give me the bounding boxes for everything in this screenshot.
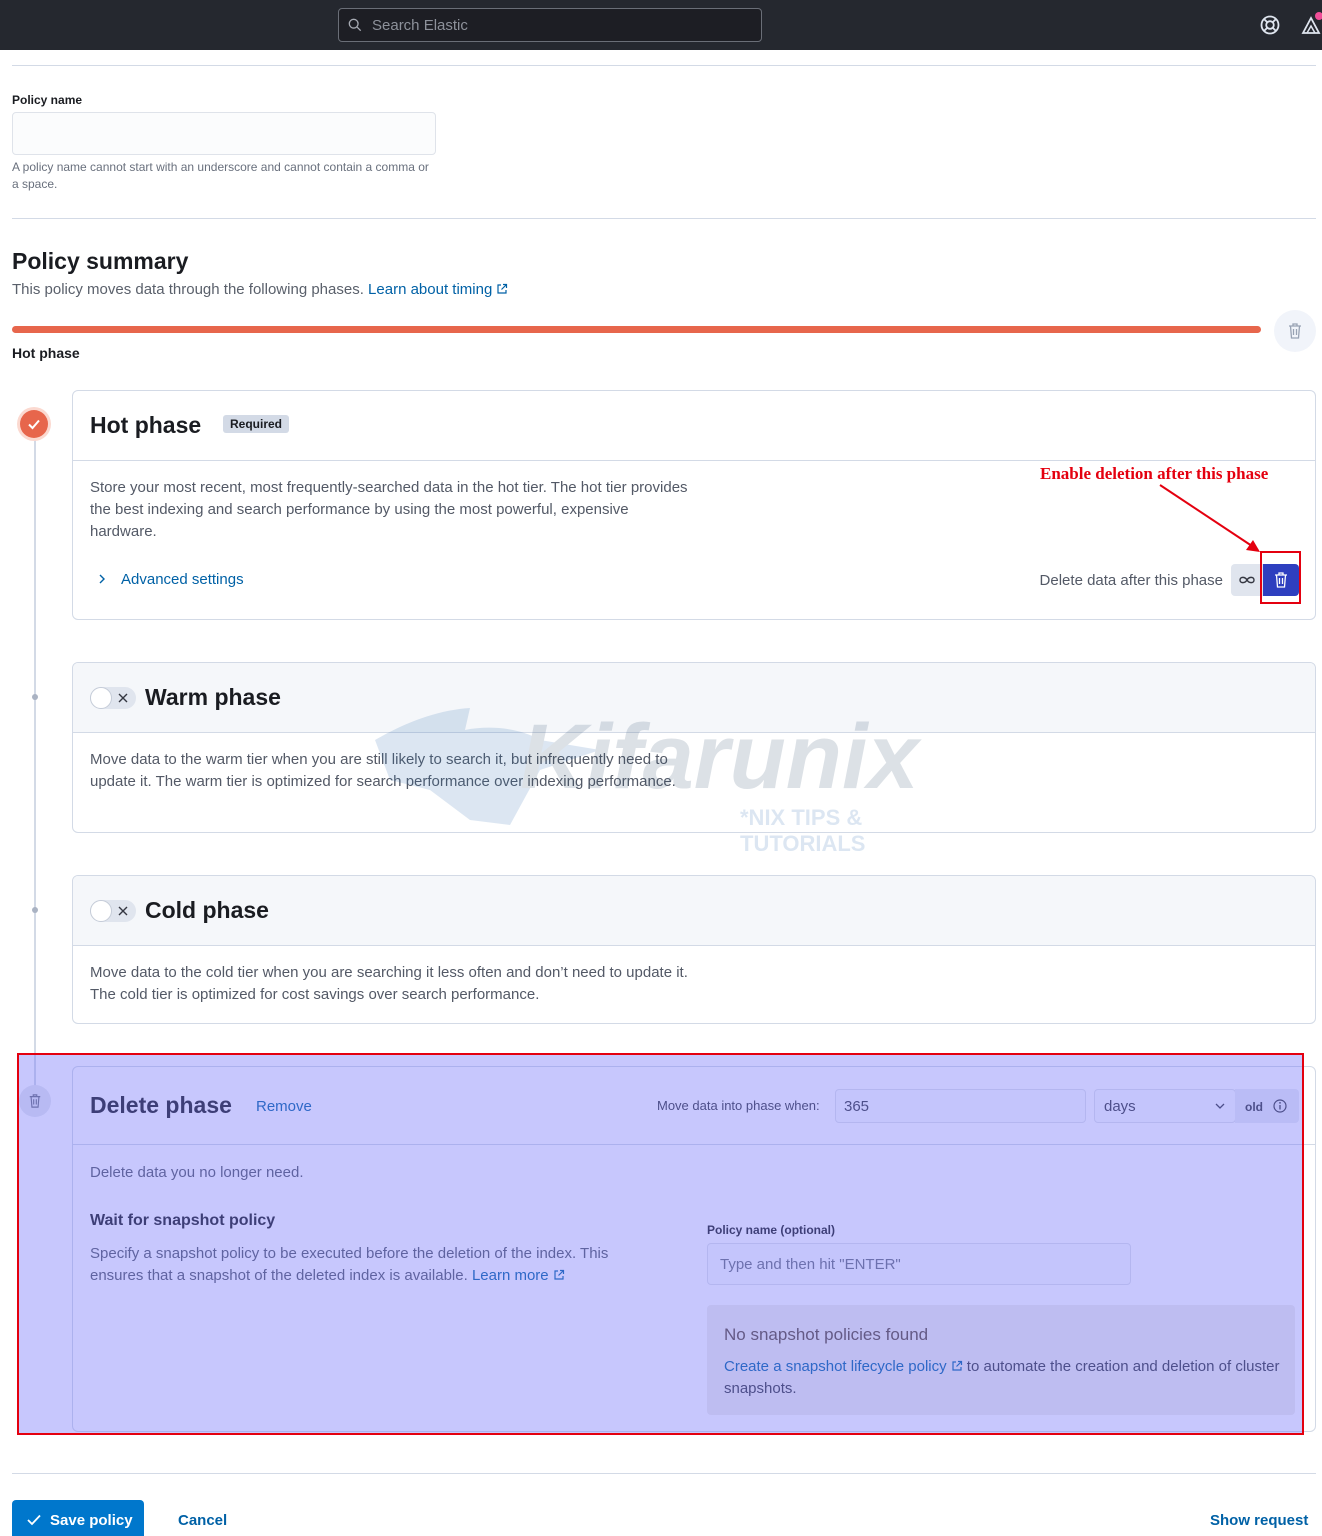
warm-phase-toggle[interactable] (90, 687, 136, 709)
external-link-icon (497, 283, 508, 294)
timeline-line (34, 440, 36, 1100)
learn-about-timing-label: Learn about timing (368, 281, 493, 298)
advanced-settings-toggle[interactable]: Advanced settings (97, 571, 244, 588)
hot-phase-panel: Hot phase Required Store your most recen… (72, 390, 1316, 620)
hot-phase-title: Hot phase (90, 412, 202, 438)
hot-phase-header: Hot phase Required (73, 391, 1315, 461)
policy-name-help: A policy name cannot start with an under… (12, 160, 429, 191)
show-request-button[interactable]: Show request (1210, 1512, 1308, 1529)
cold-phase-toggle[interactable] (90, 900, 136, 922)
toggle-knob (90, 900, 112, 922)
check-icon (28, 419, 40, 430)
learn-about-timing-link[interactable]: Learn about timing (368, 281, 508, 298)
hot-phase-timeline-bar (12, 326, 1261, 333)
policy-summary-subtitle: This policy moves data through the follo… (12, 281, 508, 298)
warm-timeline-dot (32, 694, 38, 700)
cold-timeline-dot (32, 907, 38, 913)
cross-icon (118, 906, 128, 916)
required-badge: Required (223, 415, 290, 433)
advanced-settings-label: Advanced settings (121, 571, 244, 588)
save-policy-label: Save policy (50, 1512, 133, 1529)
toggle-knob (90, 687, 112, 709)
keep-forever-button[interactable] (1231, 564, 1263, 596)
infinity-icon (1239, 576, 1255, 584)
warm-phase-description: Move data to the warm tier when you are … (90, 751, 676, 790)
cold-phase-header: Cold phase (73, 876, 1315, 946)
divider (12, 65, 1316, 66)
delete-phase-highlight-overlay (17, 1053, 1304, 1435)
summary-delete-button[interactable] (1274, 310, 1316, 352)
cold-phase-title: Cold phase (145, 897, 269, 923)
hot-phase-description: Store your most recent, most frequently-… (90, 479, 688, 540)
policy-name-label: Policy name (12, 93, 83, 107)
hot-phase-check (20, 410, 48, 438)
search-input[interactable]: Search Elastic (338, 8, 762, 42)
search-icon (348, 18, 362, 32)
cancel-button[interactable]: Cancel (178, 1512, 227, 1529)
trash-icon (1289, 323, 1301, 339)
policy-summary-title: Policy summary (12, 248, 189, 274)
policy-name-input[interactable] (12, 112, 436, 155)
help-icon[interactable] (1259, 14, 1281, 36)
annotation-highlight-box (1260, 551, 1301, 604)
summary-subtitle-text: This policy moves data through the follo… (12, 281, 364, 298)
divider (12, 1473, 1316, 1474)
cold-phase-description: Move data to the cold tier when you are … (90, 964, 688, 1003)
chevron-right-icon (99, 574, 105, 584)
save-policy-button[interactable]: Save policy (12, 1500, 144, 1536)
summary-phase-label: Hot phase (12, 345, 80, 361)
warm-phase-title: Warm phase (145, 684, 281, 710)
check-icon (27, 1514, 41, 1526)
search-placeholder: Search Elastic (372, 17, 468, 34)
warm-phase-header: Warm phase (73, 663, 1315, 733)
cold-phase-panel: Cold phase Move data to the cold tier wh… (72, 875, 1316, 1024)
annotation-arrow (1159, 484, 1260, 552)
top-header: Search Elastic (0, 0, 1322, 50)
cross-icon (118, 693, 128, 703)
notification-dot (1315, 12, 1322, 20)
divider (12, 218, 1316, 219)
delete-after-label: Delete data after this phase (1039, 572, 1223, 589)
warm-phase-panel: Warm phase Move data to the warm tier wh… (72, 662, 1316, 833)
